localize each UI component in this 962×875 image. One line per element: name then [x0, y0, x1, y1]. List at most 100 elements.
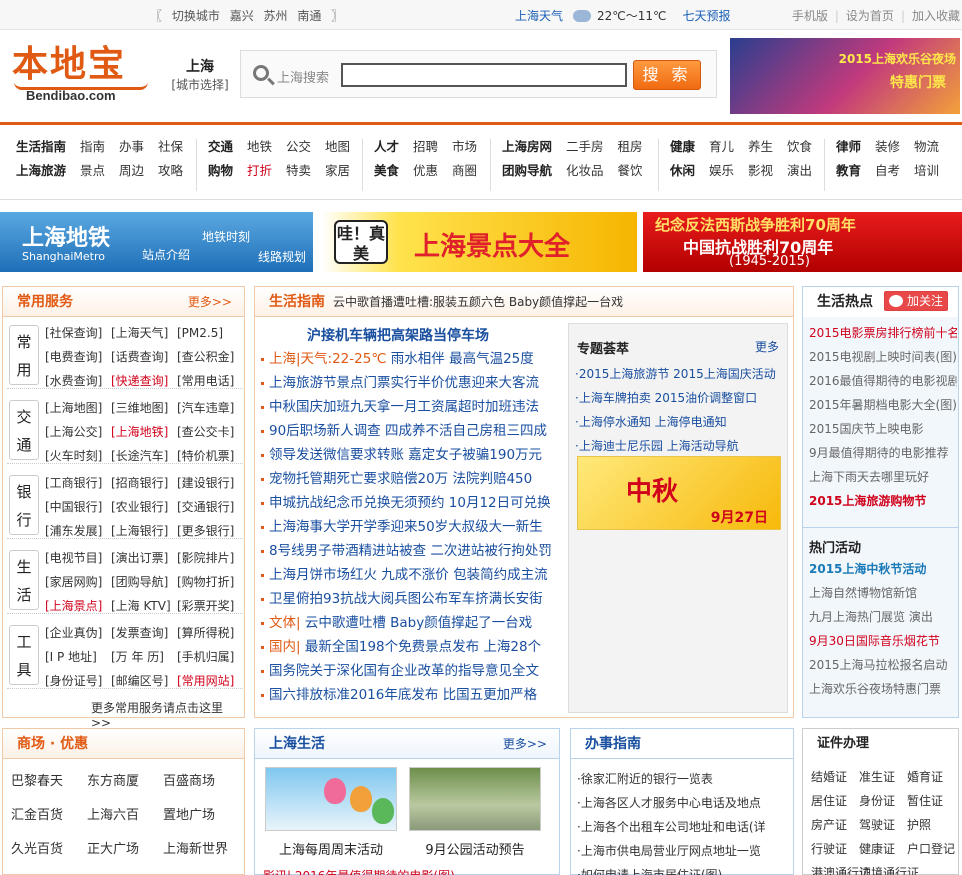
nav-link[interactable]: 二手房: [566, 139, 604, 154]
site-logo[interactable]: 本地宝 Bendibao.com: [12, 44, 152, 106]
topic-more-link[interactable]: 更多: [755, 338, 779, 355]
list-item[interactable]: 2015上海中秋节活动: [809, 557, 957, 581]
weekend-activity-caption[interactable]: 上海每周周末活动: [265, 839, 397, 858]
mobile-link[interactable]: 手机版: [792, 9, 828, 23]
cert-link[interactable]: 身份证: [859, 789, 903, 813]
nav-link[interactable]: 交通: [208, 139, 233, 154]
service-link[interactable]: [查公积金]: [177, 347, 243, 368]
city-link-nantong[interactable]: 南通: [297, 9, 321, 23]
list-item[interactable]: ·上海各区人才服务中心电话及地点: [577, 791, 791, 815]
service-link[interactable]: [上海 KTV]: [111, 596, 177, 617]
service-link[interactable]: [电视节目]: [45, 548, 111, 569]
service-link[interactable]: [算所得税]: [177, 623, 243, 644]
news-category[interactable]: 上海|天气:22-25℃: [269, 351, 387, 367]
nav-link[interactable]: 地铁: [247, 139, 272, 154]
nav-link[interactable]: 装修: [875, 139, 900, 154]
service-link[interactable]: [影院排片]: [177, 548, 243, 569]
nav-link[interactable]: 特卖: [286, 163, 311, 178]
list-item[interactable]: 上海下雨天去哪里玩好: [809, 465, 957, 489]
nav-link[interactable]: 购物: [208, 163, 233, 178]
news-item[interactable]: 上海|天气:22-25℃ 雨水相伴 最高气温25度: [259, 347, 565, 371]
cert-link[interactable]: 港澳通行证: [811, 861, 871, 875]
weekend-activity-image[interactable]: [265, 767, 397, 831]
mall-link[interactable]: 置地广场: [163, 805, 239, 839]
service-link[interactable]: [快递查询]: [111, 371, 177, 392]
nav-link[interactable]: 指南: [80, 139, 105, 154]
mall-link[interactable]: 上海六百: [87, 805, 163, 839]
list-item[interactable]: 上海欢乐谷夜场特惠门票: [809, 677, 957, 701]
list-item[interactable]: ·如何申请上海市居住证(图): [577, 863, 791, 875]
list-item[interactable]: ·上海停水通知 上海停电通知: [575, 410, 785, 434]
news-item[interactable]: 文体| 云中歌遭吐槽 Baby颜值撑起了一台戏: [259, 611, 565, 635]
list-item[interactable]: 2015电影票房排行榜前十名: [809, 321, 957, 345]
forecast-link[interactable]: 七天预报: [683, 9, 731, 23]
anniversary-banner[interactable]: 纪念反法西斯战争胜利70周年 中国抗战胜利70周年 (1945-2015): [643, 212, 962, 272]
service-link[interactable]: [发票查询]: [111, 623, 177, 644]
switch-city-link[interactable]: 切换城市: [172, 9, 220, 23]
service-link[interactable]: [上海银行]: [111, 521, 177, 542]
nav-link[interactable]: 餐饮: [618, 163, 643, 178]
news-category[interactable]: 文体|: [269, 615, 301, 631]
cert-link[interactable]: 行驶证: [811, 837, 855, 861]
nav-link[interactable]: 育儿: [709, 139, 734, 154]
nav-link[interactable]: 招聘: [413, 139, 438, 154]
nav-link[interactable]: 办事: [119, 139, 144, 154]
guide-subtitle[interactable]: 云中歌首播遭吐槽:服装五颜六色 Baby颜值撑起一台戏: [333, 295, 623, 309]
nav-link[interactable]: 团购导航: [502, 163, 552, 178]
more-services-link[interactable]: 更多常用服务请点击这里 >>: [91, 699, 244, 730]
news-item[interactable]: 申城抗战纪念币兑换无须预约 10月12日可兑换: [259, 491, 565, 515]
cert-link[interactable]: 房产证: [811, 813, 855, 837]
metro-banner[interactable]: 上海地铁 ShanghaiMetro 地铁时刻 站点介绍 线路规划: [0, 212, 313, 272]
nav-link[interactable]: 商圈: [452, 163, 477, 178]
news-item[interactable]: 上海旅游节景点门票实行半价优惠迎来大客流: [259, 371, 565, 395]
cert-link[interactable]: 暂住证: [907, 789, 951, 813]
service-link[interactable]: [I P 地址]: [45, 647, 111, 668]
set-homepage-link[interactable]: 设为首页: [846, 9, 894, 23]
news-item[interactable]: 宠物托管期死亡要求赔偿20万 法院判赔450: [259, 467, 565, 491]
cert-link[interactable]: 户口登记: [907, 837, 955, 861]
service-link[interactable]: [上海地图]: [45, 398, 111, 419]
nav-link[interactable]: 攻略: [158, 163, 183, 178]
nav-link[interactable]: 景点: [80, 163, 105, 178]
service-link[interactable]: [电费查询]: [45, 347, 111, 368]
services-more-link[interactable]: 更多>>: [188, 287, 232, 317]
ad-banner-happy-valley[interactable]: 2015上海欢乐谷夜场 特惠门票: [730, 38, 960, 114]
cert-link[interactable]: 准生证: [859, 765, 903, 789]
service-link[interactable]: [上海地铁]: [111, 422, 177, 443]
list-item[interactable]: ·上海各个出租车公司地址和电话(详: [577, 815, 791, 839]
list-item[interactable]: ·徐家汇附近的银行一览表: [577, 767, 791, 791]
list-item[interactable]: ·上海市供电局营业厅网点地址一览: [577, 839, 791, 863]
mall-link[interactable]: 正大广场: [87, 839, 163, 873]
add-favorite-link[interactable]: 加入收藏: [912, 9, 960, 23]
service-link[interactable]: [火车时刻]: [45, 446, 111, 467]
nav-link[interactable]: 人才: [374, 139, 399, 154]
metro-stations-link[interactable]: 站点介绍: [142, 246, 190, 263]
service-link[interactable]: [招商银行]: [111, 473, 177, 494]
cert-link[interactable]: 护照: [907, 813, 951, 837]
service-link[interactable]: [交通银行]: [177, 497, 243, 518]
service-link[interactable]: [中国银行]: [45, 497, 111, 518]
weibo-follow-button[interactable]: 加关注: [883, 291, 948, 311]
service-link[interactable]: [手机归属]: [177, 647, 243, 668]
mall-link[interactable]: 上海新世界: [163, 839, 239, 873]
news-category[interactable]: 国内|: [269, 639, 301, 655]
park-activity-image[interactable]: [409, 767, 541, 831]
mall-link[interactable]: 巴黎春天: [11, 771, 87, 805]
mall-link[interactable]: 汇金百货: [11, 805, 87, 839]
service-link[interactable]: [身份证号]: [45, 671, 111, 692]
service-link[interactable]: [浦东发展]: [45, 521, 111, 542]
mid-autumn-image[interactable]: 中秋 9月27日: [577, 456, 781, 530]
service-link[interactable]: [PM2.5]: [177, 323, 243, 344]
city-link-jiaxing[interactable]: 嘉兴: [230, 9, 254, 23]
search-button[interactable]: 搜 索: [633, 60, 701, 90]
nav-link[interactable]: 上海房网: [502, 139, 552, 154]
nav-link[interactable]: 地图: [325, 139, 350, 154]
nav-link[interactable]: 家居: [325, 163, 350, 178]
metro-timetable-link[interactable]: 地铁时刻: [202, 228, 250, 245]
news-item[interactable]: 中秋国庆加班九天拿一月工资属超时加班违法: [259, 395, 565, 419]
city-select-link[interactable]: [城市选择]: [170, 76, 230, 93]
service-link[interactable]: [社保查询]: [45, 323, 111, 344]
list-item[interactable]: ·上海迪士尼乐园 上海活动导航: [575, 434, 785, 458]
news-item[interactable]: 国务院关于深化国有企业改革的指导意见全文: [259, 659, 565, 683]
service-link[interactable]: [长途汽车]: [111, 446, 177, 467]
